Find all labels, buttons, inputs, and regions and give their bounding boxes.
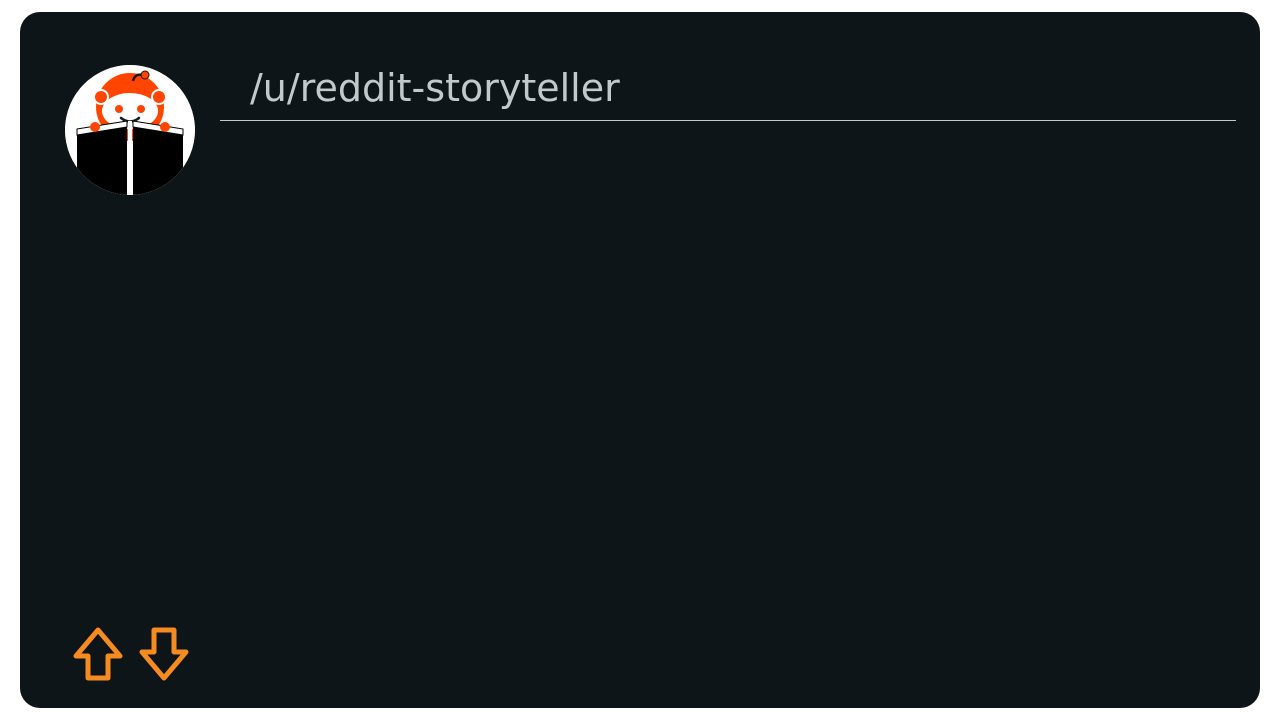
downvote-button[interactable]: [136, 624, 192, 684]
post-username[interactable]: /u/reddit-storyteller: [250, 64, 620, 112]
header-divider: [220, 120, 1236, 121]
post-card: /u/reddit-storyteller: [20, 12, 1260, 708]
upvote-arrow-icon: [73, 627, 123, 681]
reddit-snoo-reading-icon: [65, 65, 195, 195]
downvote-arrow-icon: [139, 627, 189, 681]
user-avatar[interactable]: [65, 65, 195, 195]
upvote-button[interactable]: [70, 624, 126, 684]
vote-controls: [70, 624, 192, 684]
